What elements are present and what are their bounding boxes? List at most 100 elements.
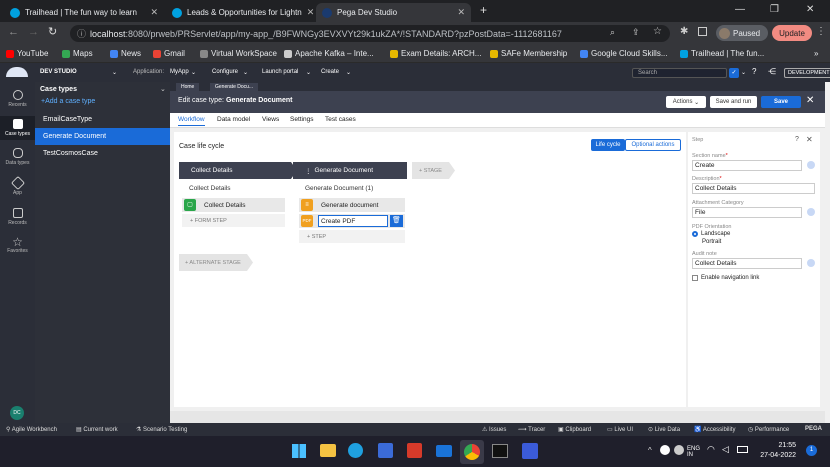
section-name-field[interactable]: Create [692,160,802,171]
studio-switcher[interactable]: DEV STUDIO [40,69,77,75]
case-type-item[interactable]: TestCosmosCase [35,145,170,162]
new-tab-button[interactable]: + [480,3,487,17]
life-cycle-toggle[interactable]: Life cycle [591,139,625,151]
chevron-down-icon[interactable]: ⌄ [741,69,746,76]
teams-icon[interactable] [522,443,538,459]
add-step-button[interactable]: + STEP [299,230,405,243]
save-and-run-button[interactable]: Save and run [710,96,757,108]
menu-icon[interactable]: ⋮ [816,26,826,37]
browser-tab-trailhead[interactable]: Trailhead | The fun way to learn ✕ [4,3,164,22]
case-type-item-selected[interactable]: Generate Document [35,128,170,145]
orientation-portrait-radio[interactable]: Portrait [702,239,721,245]
dev-item-clipboard[interactable]: ▣ Clipboard [558,426,591,433]
drag-handle-icon[interactable]: ⋮ [305,167,312,175]
gear-icon[interactable] [807,208,815,216]
close-icon[interactable]: ✕ [150,7,158,18]
tab-data-model[interactable]: Data model [217,116,250,123]
rail-case-types[interactable]: Case types [0,116,35,140]
rail-app[interactable]: App [0,175,35,196]
rail-recents[interactable]: Recents [0,90,35,108]
dev-item-live-data[interactable]: ⊙ Live Data [648,426,680,433]
bookmark-item[interactable]: Gmail [153,49,185,58]
cloud-icon[interactable] [660,445,670,455]
rail-data-types[interactable]: Data types [0,148,35,166]
search-icon[interactable]: ✓ [729,68,739,78]
help-icon[interactable]: ? [752,67,756,76]
gift-app-icon[interactable] [407,443,422,458]
process-name[interactable]: Collect Details [189,185,231,192]
file-explorer-icon[interactable] [320,444,336,457]
zoom-icon[interactable]: ⌕ [610,27,615,38]
bookmark-item[interactable]: Virtual WorkSpace [200,49,277,58]
bookmark-item[interactable]: News [110,49,141,58]
help-icon[interactable]: ? [795,136,799,143]
tab-test-cases[interactable]: Test cases [325,116,356,123]
browser-tab-pega[interactable]: Pega Dev Studio ✕ [316,3,471,22]
weather-icon[interactable] [674,445,684,455]
add-stage-button[interactable]: + STAGE [412,162,449,179]
add-form-step-button[interactable]: + FORM STEP [182,214,285,227]
add-alternate-stage-button[interactable]: + ALTERNATE STAGE [179,254,247,271]
browser-tab-leads[interactable]: Leads & Opportunities for Lightn ✕ [166,3,314,22]
gear-icon[interactable] [807,161,815,169]
tab-views[interactable]: Views [262,116,279,123]
update-button[interactable]: Update [772,25,812,41]
bookmark-item[interactable]: Exam Details: ARCH... [390,49,481,58]
delete-icon[interactable]: 🗑 [390,215,403,227]
battery-icon[interactable] [737,446,748,453]
rail-records[interactable]: Records [0,208,35,226]
process-name[interactable]: Generate Document (1) [305,185,373,192]
attachment-category-field[interactable]: File [692,207,802,218]
save-button[interactable]: Save [761,96,801,108]
dev-item-tracer[interactable]: ⟿ Tracer [518,426,545,433]
dev-item-accessibility[interactable]: ♿ Accessibility [694,426,736,433]
window-close-icon[interactable]: ✕ [806,4,814,15]
extensions-icon[interactable]: ✱ [680,26,688,37]
bookmark-item[interactable]: Trailhead | The fun... [680,49,764,58]
audit-note-field[interactable]: Collect Details [692,258,802,269]
studio-chevron-icon[interactable]: ⌄ [112,69,117,76]
dev-item-agile[interactable]: ⚲ Agile Workbench [6,426,57,433]
case-type-item[interactable]: EmailCaseType [35,111,170,128]
description-field[interactable]: Collect Details [692,183,815,194]
wifi-icon[interactable]: ◠ [707,444,715,455]
mail-icon[interactable] [436,445,452,457]
application-menu[interactable]: MyApp [170,69,189,75]
close-icon[interactable]: ✕ [806,95,814,106]
tab-generate-document[interactable]: Generate Docu... [210,83,259,91]
sidepanel-icon[interactable] [698,27,707,36]
terminal-icon[interactable] [492,444,508,458]
search-input[interactable]: Search [632,68,727,78]
volume-icon[interactable]: ◁ [722,444,729,455]
close-icon[interactable]: ✕ [806,135,813,144]
dev-item-scenario[interactable]: ⚗ Scenario Testing [136,426,187,433]
gear-icon[interactable] [807,259,815,267]
create-menu[interactable]: Create [321,69,339,75]
step-item-editing[interactable]: PDF Create PDF 🗑 [299,214,405,228]
notification-icon[interactable]: 1 [806,445,817,456]
stage-header[interactable]: Collect Details [179,162,291,179]
url-field[interactable]: ⓘ localhost:8080/prweb/PRServlet/app/my-… [70,25,670,42]
bookmark-item[interactable]: Google Cloud Skills... [580,49,667,58]
reload-icon[interactable]: ↻ [48,25,57,38]
actions-button[interactable]: Actions ⌄ [666,96,706,108]
windows-start-icon[interactable] [292,444,306,458]
share-icon[interactable]: ⇪ [632,27,640,38]
chrome-taskbar-button[interactable] [460,440,484,464]
rail-favorites[interactable]: ☆ Favorites [0,236,35,254]
step-name-input[interactable]: Create PDF [318,215,388,227]
share-network-icon[interactable]: ⋲ [768,67,776,76]
tab-settings[interactable]: Settings [290,116,314,123]
collapse-chevron-icon[interactable]: ⌄ [160,85,166,93]
close-icon[interactable]: ✕ [307,7,314,18]
launch-portal-menu[interactable]: Launch portal [262,69,298,75]
restore-icon[interactable]: ❐ [770,4,779,15]
edge-icon[interactable] [348,443,363,458]
chevron-up-icon[interactable]: ^ [648,446,652,455]
minimize-icon[interactable]: — [735,4,745,15]
store-icon[interactable] [378,443,393,458]
more-bookmarks-button[interactable]: » [814,49,818,58]
stage-header[interactable]: ⋮ Generate Document [293,162,407,179]
optional-actions-toggle[interactable]: Optional actions [625,139,681,151]
bookmark-item[interactable]: Apache Kafka – Inte... [284,49,374,58]
